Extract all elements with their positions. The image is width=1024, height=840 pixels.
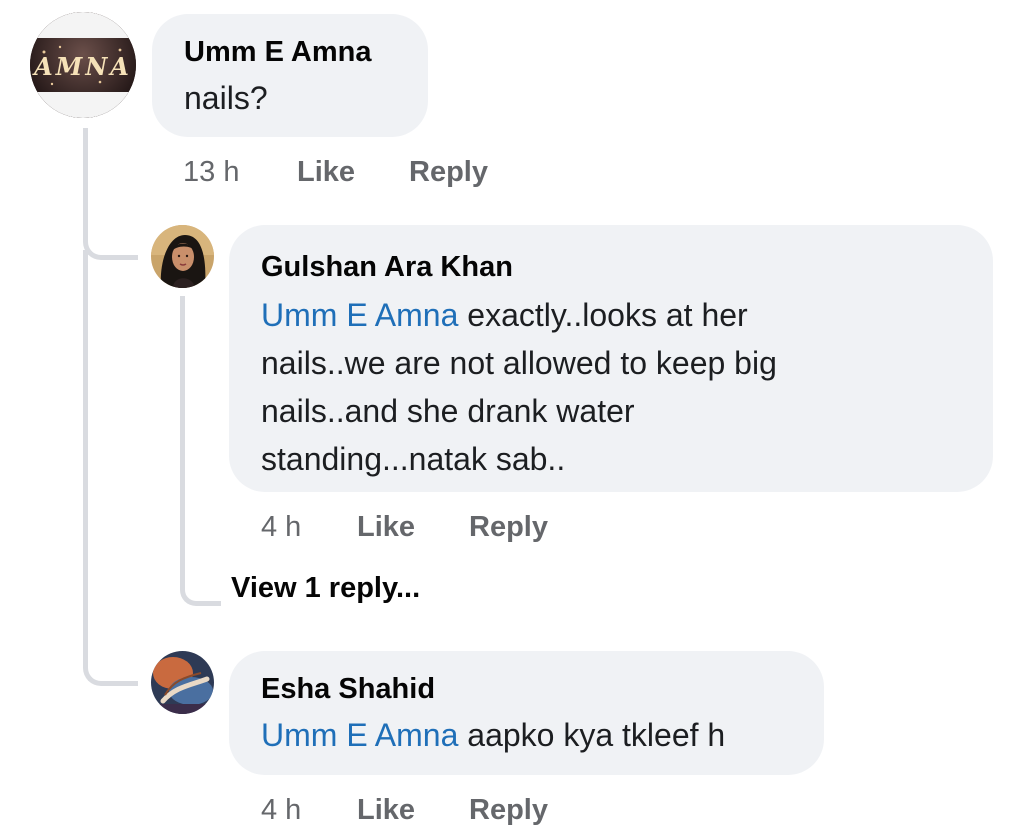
comment-text-line: Umm E Amna exactly..looks at her [261, 291, 961, 339]
like-button[interactable]: Like [297, 156, 355, 189]
comment-author[interactable]: Umm E Amna [184, 34, 396, 70]
thread-connector-line [83, 128, 138, 260]
comment-author[interactable]: Esha Shahid [261, 671, 792, 707]
comment-text-content: nails? [184, 80, 268, 116]
mention-link[interactable]: Umm E Amna [261, 717, 458, 753]
comment-timestamp[interactable]: 4 h [261, 511, 301, 544]
view-replies-link[interactable]: View 1 reply... [231, 572, 420, 605]
comment-author[interactable]: Gulshan Ara Khan [261, 249, 961, 285]
avatar-logo-text: AMNA [34, 52, 132, 81]
like-button[interactable]: Like [357, 511, 415, 544]
reply-button[interactable]: Reply [409, 156, 488, 189]
comment-text: Umm E Amna aapko kya tkleef h [261, 711, 792, 759]
like-button[interactable]: Like [357, 794, 415, 827]
avatar[interactable] [151, 651, 214, 714]
comment-bubble[interactable]: Esha Shahid Umm E Amna aapko kya tkleef … [229, 651, 824, 775]
avatar[interactable]: AMNA [30, 12, 136, 118]
comment-timestamp[interactable]: 13 h [183, 156, 239, 189]
comment-thread: AMNA Umm E Amna nails? 13 h Like Reply G… [0, 0, 1024, 840]
comment-text: nails? [184, 74, 396, 122]
hands-henna-avatar-icon [151, 651, 214, 714]
comment-bubble[interactable]: Umm E Amna nails? [152, 14, 428, 137]
woman-portrait-avatar-icon [151, 225, 214, 288]
comment-text-line: nails..we are not allowed to keep big [261, 345, 777, 381]
reply-button[interactable]: Reply [469, 794, 548, 827]
comment-bubble[interactable]: Gulshan Ara Khan Umm E Amna exactly..loo… [229, 225, 993, 492]
reply-button[interactable]: Reply [469, 511, 548, 544]
comment-timestamp[interactable]: 4 h [261, 794, 301, 827]
thread-connector-line [83, 250, 138, 686]
comment-text: Umm E Amna exactly..looks at her nails..… [261, 291, 961, 483]
comment-text-line: nails..and she drank water [261, 393, 635, 429]
avatar[interactable] [151, 225, 214, 288]
comment-text-line: standing...natak sab.. [261, 441, 566, 477]
reply-connector-line [180, 296, 221, 606]
mention-link[interactable]: Umm E Amna [261, 297, 458, 333]
comment-text-content: exactly..looks at her [458, 297, 748, 333]
comment-text-content: aapko kya tkleef h [458, 717, 726, 753]
